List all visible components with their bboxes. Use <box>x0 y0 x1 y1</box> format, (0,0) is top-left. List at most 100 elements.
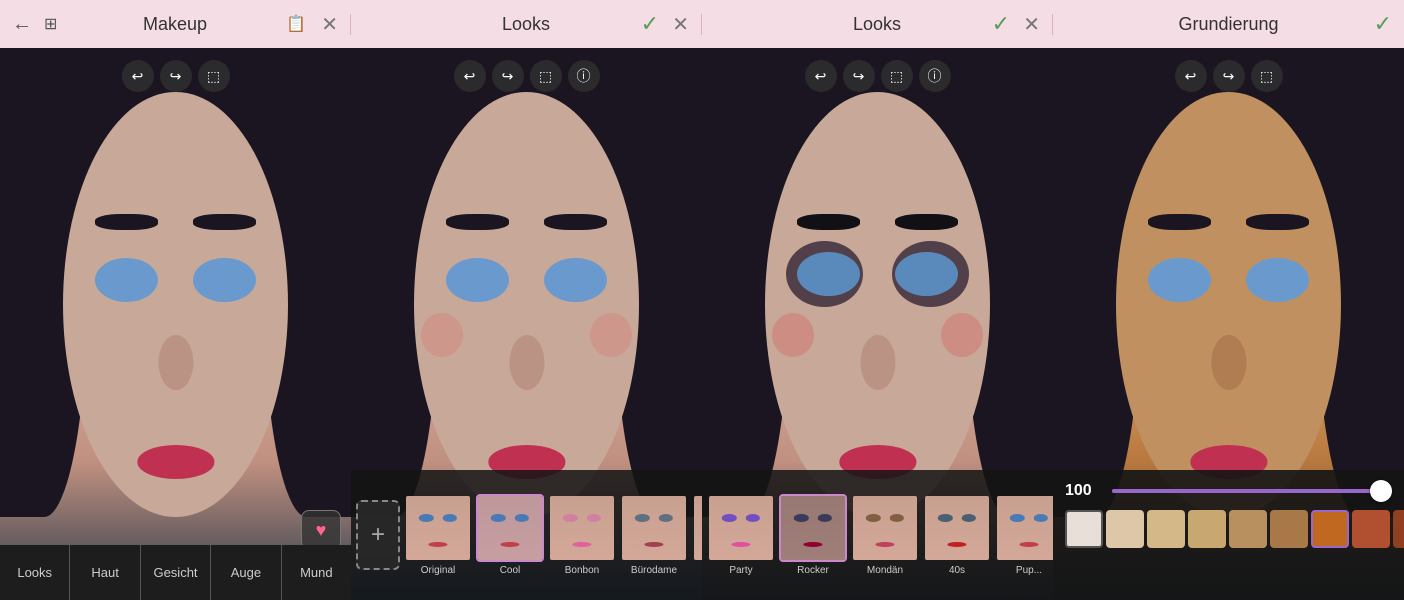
panel-rocker: ↩ ↪ ⬚ ⓘ Party <box>702 48 1053 600</box>
undo-button-1[interactable]: ↩ <box>122 60 154 92</box>
look-thumb-burodame <box>620 494 688 562</box>
color-swatch-4[interactable] <box>1229 510 1267 548</box>
look-thumb-isch <box>692 494 702 562</box>
crop-button-3[interactable]: ⬚ <box>881 60 913 92</box>
crop-button-4[interactable]: ⬚ <box>1251 60 1283 92</box>
foundation-panel: 100 <box>1053 470 1404 600</box>
panel4-toolbar: ↩ ↪ ⬚ <box>1175 60 1283 92</box>
tab-mund[interactable]: Mund <box>282 545 351 600</box>
tab-auge[interactable]: Auge <box>211 545 281 600</box>
grundierung-title: Grundierung <box>1178 14 1278 35</box>
crop-button-2[interactable]: ⬚ <box>530 60 562 92</box>
slider-value-label: 100 <box>1065 482 1100 500</box>
look-label-mondan: Mondän <box>867 565 903 576</box>
undo-button-2[interactable]: ↩ <box>454 60 486 92</box>
main-content: ↩ ↪ ⬚ ♥ Looks Haut Gesicht Auge Mund <box>0 48 1404 600</box>
look-item-burodame[interactable]: Bürodame <box>620 494 688 576</box>
info-button-3[interactable]: ⓘ <box>919 60 951 92</box>
color-swatch-1[interactable] <box>1106 510 1144 548</box>
panel-cool: ↩ ↪ ⬚ ⓘ + Original <box>351 48 702 600</box>
look-item-40s[interactable]: 40s <box>923 494 991 576</box>
check-looks-1-button[interactable]: ✓ <box>633 7 667 41</box>
slider-thumb[interactable] <box>1370 480 1392 502</box>
grid-icon-button[interactable]: ⊞ <box>36 10 65 38</box>
look-thumb-original <box>404 494 472 562</box>
crop-button-1[interactable]: ⬚ <box>198 60 230 92</box>
makeup-title: Makeup <box>143 14 207 35</box>
more-looks-thumbnails-bar: Party Rocker <box>702 470 1053 600</box>
redo-button-1[interactable]: ↪ <box>160 60 192 92</box>
tab-looks[interactable]: Looks <box>0 545 70 600</box>
look-label-rocker: Rocker <box>797 565 829 576</box>
look-label-party: Party <box>729 565 752 576</box>
close-looks-2-button[interactable]: ✕ <box>1015 8 1048 41</box>
look-item-party[interactable]: Party <box>707 494 775 576</box>
redo-button-4[interactable]: ↪ <box>1213 60 1245 92</box>
looks-title-1: Looks <box>502 14 550 35</box>
look-item-mondan[interactable]: Mondän <box>851 494 919 576</box>
tab-haut[interactable]: Haut <box>70 545 140 600</box>
face-overlay-1 <box>0 48 351 600</box>
look-thumb-mondan <box>851 494 919 562</box>
looks-title-2: Looks <box>853 14 901 35</box>
slider-row: 100 <box>1065 482 1392 500</box>
look-thumb-pup <box>995 494 1053 562</box>
tab-gesicht[interactable]: Gesicht <box>141 545 211 600</box>
undo-button-4[interactable]: ↩ <box>1175 60 1207 92</box>
check-grundierung-button[interactable]: ✓ <box>1366 7 1400 41</box>
look-label-bonbon: Bonbon <box>565 565 599 576</box>
look-thumb-40s <box>923 494 991 562</box>
color-swatches-row <box>1065 510 1392 548</box>
check-looks-2-button[interactable]: ✓ <box>984 7 1018 41</box>
panel1-icon-area: ♥ <box>301 510 341 550</box>
color-swatch-0[interactable] <box>1065 510 1103 548</box>
look-label-burodame: Bürodame <box>631 565 677 576</box>
app-container: ← ⊞ Makeup 📋 ✕ Looks ✓ ✕ Looks ✓ ✕ Grund… <box>0 0 1404 600</box>
look-label-40s: 40s <box>949 565 965 576</box>
look-thumb-rocker <box>779 494 847 562</box>
look-item-isch[interactable]: ...isch <box>692 494 702 576</box>
face-image-1 <box>0 48 351 600</box>
heart-button[interactable]: ♥ <box>301 510 341 550</box>
color-swatch-8[interactable] <box>1393 510 1404 548</box>
slider-track[interactable] <box>1112 489 1392 493</box>
close-makeup-button[interactable]: ✕ <box>313 8 346 41</box>
look-thumb-bonbon <box>548 494 616 562</box>
panel-foundation: ↩ ↪ ⬚ 100 <box>1053 48 1404 600</box>
look-item-bonbon[interactable]: Bonbon <box>548 494 616 576</box>
look-label-original: Original <box>421 565 455 576</box>
undo-button-3[interactable]: ↩ <box>805 60 837 92</box>
header-section-looks-1: Looks ✓ ✕ <box>351 14 702 35</box>
add-look-button[interactable]: + <box>356 500 400 570</box>
color-swatch-2[interactable] <box>1147 510 1185 548</box>
color-swatch-7[interactable] <box>1352 510 1390 548</box>
panel-original: ↩ ↪ ⬚ ♥ Looks Haut Gesicht Auge Mund <box>0 48 351 600</box>
close-looks-1-button[interactable]: ✕ <box>664 8 697 41</box>
notes-button[interactable]: 📋 <box>278 10 314 38</box>
look-label-cool: Cool <box>500 565 521 576</box>
look-label-pup: Pup... <box>1016 565 1042 576</box>
tabs-bar: Looks Haut Gesicht Auge Mund <box>0 545 351 600</box>
header-section-looks-2: Looks ✓ ✕ <box>702 14 1053 35</box>
redo-button-3[interactable]: ↪ <box>843 60 875 92</box>
looks-thumbnails-bar: + Original <box>351 470 702 600</box>
look-item-cool[interactable]: Cool <box>476 494 544 576</box>
panel3-toolbar: ↩ ↪ ⬚ ⓘ <box>805 60 951 92</box>
header-section-grundierung: Grundierung ✓ <box>1053 14 1404 35</box>
look-item-pup[interactable]: Pup... <box>995 494 1053 576</box>
slider-fill <box>1112 489 1392 493</box>
back-button[interactable]: ← <box>4 9 40 40</box>
look-thumb-party <box>707 494 775 562</box>
color-swatch-6[interactable] <box>1311 510 1349 548</box>
look-item-rocker[interactable]: Rocker <box>779 494 847 576</box>
color-swatch-3[interactable] <box>1188 510 1226 548</box>
header-bar: ← ⊞ Makeup 📋 ✕ Looks ✓ ✕ Looks ✓ ✕ Grund… <box>0 0 1404 48</box>
header-section-makeup: ← ⊞ Makeup 📋 ✕ <box>0 14 351 35</box>
look-item-original[interactable]: Original <box>404 494 472 576</box>
color-swatch-5[interactable] <box>1270 510 1308 548</box>
panel1-toolbar: ↩ ↪ ⬚ <box>122 60 230 92</box>
info-button-2[interactable]: ⓘ <box>568 60 600 92</box>
look-thumb-cool <box>476 494 544 562</box>
redo-button-2[interactable]: ↪ <box>492 60 524 92</box>
panel2-toolbar: ↩ ↪ ⬚ ⓘ <box>454 60 600 92</box>
